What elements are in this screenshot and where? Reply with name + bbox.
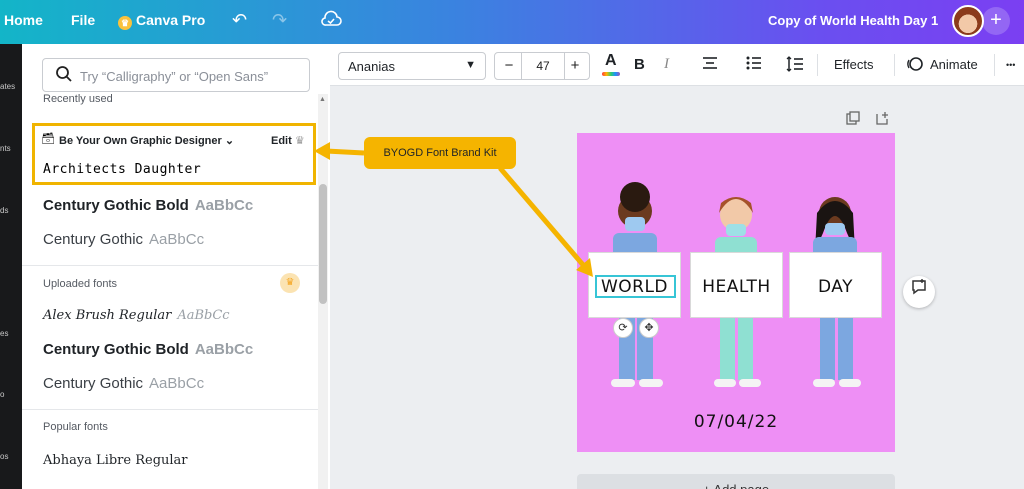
- rail-item-apps[interactable]: os: [0, 452, 8, 461]
- crown-icon: ♛: [280, 273, 300, 293]
- undo-icon[interactable]: ↶: [232, 10, 247, 31]
- italic-button[interactable]: I: [664, 56, 669, 73]
- user-avatar[interactable]: [952, 5, 984, 37]
- redo-icon[interactable]: ↷: [272, 10, 287, 31]
- font-sample: AaBbCc: [194, 197, 254, 214]
- canva-pro-label: Canva Pro: [136, 12, 206, 28]
- more-options-icon[interactable]: •••: [1006, 60, 1015, 70]
- font-sample: AaBbCc: [149, 231, 205, 248]
- animate-button[interactable]: Animate: [930, 57, 978, 72]
- callout-arrow-left: [325, 148, 365, 156]
- font-item-label: Alex Brush Regular: [43, 308, 172, 323]
- font-size-input[interactable]: 47: [521, 53, 565, 79]
- align-center-icon[interactable]: [702, 56, 718, 74]
- callout-arrow-right: [498, 166, 586, 268]
- rotate-icon[interactable]: ⟳: [613, 318, 633, 338]
- sign-day[interactable]: DAY: [789, 252, 882, 318]
- rail-item-photos[interactable]: es: [0, 329, 8, 338]
- search-icon: [55, 65, 73, 88]
- decrease-font-size-button[interactable]: −: [497, 57, 521, 74]
- left-nav-rail: ates nts ds es o os: [0, 44, 22, 489]
- crown-icon: ♛: [294, 135, 305, 147]
- font-family-select[interactable]: Ananias ▼: [338, 52, 486, 80]
- brand-kit-edit-label: Edit: [271, 135, 292, 147]
- toolbar-divider: [894, 54, 895, 76]
- add-page-button[interactable]: + Add page: [577, 474, 895, 489]
- font-sample: AaBbCc: [149, 375, 205, 392]
- add-page-icon[interactable]: [876, 111, 890, 128]
- brand-kit-dropdown[interactable]: Be Your Own Graphic Designer ⌄: [59, 134, 234, 147]
- rail-item-templates[interactable]: ates: [0, 82, 15, 91]
- date-text[interactable]: 07/04/22: [577, 412, 895, 432]
- font-item-label: Century Gothic Bold: [43, 197, 189, 214]
- rail-item-elements[interactable]: nts: [0, 144, 11, 153]
- text-toolbar: Ananias ▼ − 47 + A B I Effects Animate •…: [330, 44, 1024, 86]
- add-collaborator-button[interactable]: +: [982, 7, 1010, 35]
- toolbar-divider: [817, 54, 818, 76]
- home-button[interactable]: Home: [4, 12, 43, 28]
- file-menu-button[interactable]: File: [71, 12, 95, 28]
- bold-button[interactable]: B: [634, 56, 645, 73]
- effects-button[interactable]: Effects: [834, 57, 874, 72]
- divider: [22, 265, 318, 266]
- font-item-label: Century Gothic: [43, 231, 144, 248]
- brand-kit-name: Be Your Own Graphic Designer: [59, 135, 222, 147]
- font-item-century-gothic-uploaded[interactable]: Century Gothic AaBbCc: [43, 375, 204, 392]
- crown-icon: ♛: [118, 16, 132, 30]
- font-size-stepper[interactable]: − 47 +: [494, 52, 590, 80]
- brand-kit-edit-button[interactable]: Edit ♛: [271, 134, 305, 147]
- font-item-alex-brush[interactable]: Alex Brush Regular AaBbCc: [43, 308, 230, 323]
- font-search-input[interactable]: Try “Calligraphy” or “Open Sans”: [42, 58, 310, 92]
- list-icon[interactable]: [746, 56, 762, 74]
- sign-health-text[interactable]: HEALTH: [691, 277, 782, 297]
- toolbar-divider: [994, 54, 995, 76]
- sign-day-text[interactable]: DAY: [790, 277, 881, 297]
- font-item-century-gothic[interactable]: Century Gothic AaBbCc: [43, 231, 204, 248]
- text-color-swatch: [602, 72, 620, 76]
- font-item-architects-daughter[interactable]: Architects Daughter: [43, 162, 201, 177]
- document-title[interactable]: Copy of World Health Day 1: [768, 13, 938, 28]
- uploaded-fonts-label: Uploaded fonts: [43, 278, 117, 290]
- font-panel: Try “Calligraphy” or “Open Sans” Recentl…: [22, 44, 330, 489]
- canva-pro-button[interactable]: ♛ Canva Pro: [118, 12, 205, 30]
- brand-kit-icon: 🗃: [41, 133, 55, 145]
- text-selection-box[interactable]: [595, 275, 676, 298]
- font-item-label: Century Gothic Bold: [43, 341, 189, 358]
- recently-used-label: Recently used: [43, 93, 113, 105]
- sign-health[interactable]: HEALTH: [690, 252, 783, 318]
- callout-label: BYOGD Font Brand Kit: [364, 137, 516, 169]
- animate-icon[interactable]: [906, 55, 924, 77]
- panel-scrollbar[interactable]: ▲: [318, 94, 328, 489]
- cloud-check-icon[interactable]: [320, 10, 342, 33]
- font-sample: AaBbCc: [177, 308, 230, 323]
- text-color-button[interactable]: A: [605, 52, 617, 70]
- brand-kit-highlight: 🗃 Be Your Own Graphic Designer ⌄ Edit ♛ …: [32, 123, 316, 185]
- scrollbar-thumb[interactable]: [319, 184, 327, 304]
- rail-item-video[interactable]: o: [0, 390, 4, 399]
- chevron-down-icon: ▼: [465, 59, 476, 71]
- search-placeholder: Try “Calligraphy” or “Open Sans”: [80, 69, 269, 84]
- duplicate-page-icon[interactable]: [846, 111, 860, 128]
- add-comment-icon[interactable]: [903, 276, 935, 308]
- font-item-label: Century Gothic: [43, 375, 144, 392]
- increase-font-size-button[interactable]: +: [563, 57, 587, 74]
- move-icon[interactable]: ✥: [639, 318, 659, 338]
- divider: [22, 409, 318, 410]
- font-sample: AaBbCc: [194, 341, 254, 358]
- spacing-icon[interactable]: [786, 56, 804, 76]
- scroll-up-icon[interactable]: ▲: [319, 96, 326, 103]
- font-family-value: Ananias: [348, 59, 395, 74]
- font-item-century-gothic-bold-uploaded[interactable]: Century Gothic Bold AaBbCc: [43, 341, 253, 358]
- font-item-abhaya-libre[interactable]: Abhaya Libre Regular: [43, 453, 188, 468]
- top-bar: Home File ♛ Canva Pro ↶ ↷ Copy of World H…: [0, 0, 1024, 44]
- popular-fonts-label: Popular fonts: [43, 421, 108, 433]
- chevron-down-icon: ⌄: [224, 135, 235, 147]
- font-item-century-gothic-bold[interactable]: Century Gothic Bold AaBbCc: [43, 197, 253, 214]
- rail-item-uploads[interactable]: ds: [0, 206, 8, 215]
